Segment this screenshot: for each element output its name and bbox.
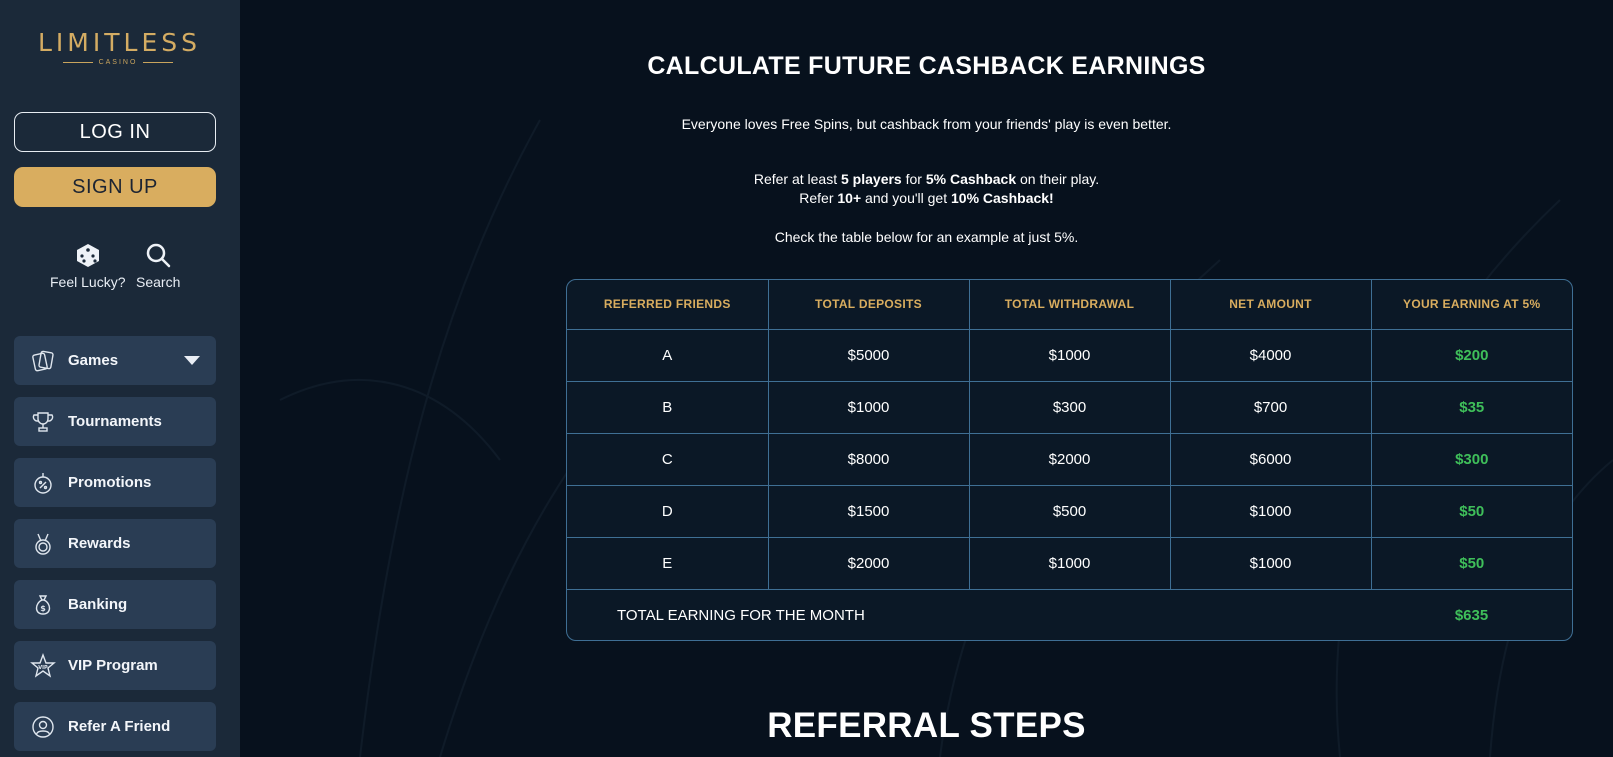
cashback-rules: Refer at least 5 players for 5% Cashback… (240, 170, 1613, 208)
sidebar-item-rewards[interactable]: Rewards (14, 519, 216, 568)
sidebar-item-games[interactable]: Games (14, 336, 216, 385)
sidebar-item-tournaments[interactable]: Tournaments (14, 397, 216, 446)
column-header: YOUR EARNING AT 5% (1370, 280, 1572, 330)
table-cell: $1000 (767, 380, 970, 434)
search-button[interactable]: Search (136, 242, 180, 290)
table-cell: $1000 (968, 328, 1171, 382)
vip-star-icon: VIP (30, 652, 56, 679)
table-cell: C (567, 432, 769, 486)
table-cell: D (567, 484, 769, 538)
table-row: C $8000 $2000 $6000 $300 (567, 432, 1572, 486)
sidebar-item-vip-program[interactable]: VIP VIP Program (14, 641, 216, 690)
column-header: REFERRED FRIENDS (567, 280, 769, 330)
table-cell: $1000 (1169, 536, 1372, 590)
table-cell: $1000 (968, 536, 1171, 590)
medal-icon (30, 531, 56, 557)
svg-text:$: $ (40, 604, 46, 613)
money-bag-icon: $ (30, 592, 56, 618)
table-row: E $2000 $1000 $1000 $50 (567, 536, 1572, 590)
feel-lucky-label: Feel Lucky? (50, 274, 126, 290)
total-value: $635 (1371, 588, 1572, 640)
table-header-row: REFERRED FRIENDS TOTAL DEPOSITS TOTAL WI… (567, 280, 1572, 330)
column-header: TOTAL WITHDRAWAL (968, 280, 1171, 330)
sidebar-item-banking[interactable]: $ Banking (14, 580, 216, 629)
search-label: Search (136, 274, 181, 290)
sidebar-item-label: Refer A Friend (68, 718, 171, 735)
svg-text:VIP: VIP (38, 665, 48, 671)
brand-name: LIMITLESS (38, 28, 201, 57)
earning-cell: $50 (1370, 484, 1572, 538)
table-row: B $1000 $300 $700 $35 (567, 380, 1572, 434)
user-circle-icon (30, 714, 56, 740)
sidebar-item-label: VIP Program (68, 657, 158, 674)
rule-line-1: Refer at least 5 players for 5% Cashback… (753, 171, 1100, 187)
referral-steps-heading: REFERRAL STEPS (767, 706, 1086, 745)
table-cell: $2000 (968, 432, 1171, 486)
table-cell: $2000 (767, 536, 970, 590)
table-cell: B (567, 380, 769, 434)
sidebar-item-refer-a-friend[interactable]: Refer A Friend (14, 702, 216, 751)
column-header: TOTAL DEPOSITS (767, 280, 970, 330)
table-row: A $5000 $1000 $4000 $200 (567, 328, 1572, 382)
table-cell: $8000 (767, 432, 970, 486)
intro-text: Everyone loves Free Spins, but cashback … (681, 116, 1172, 132)
table-cell: $700 (1169, 380, 1372, 434)
table-cell: E (567, 536, 769, 590)
brand-logo[interactable]: LIMITLESS CASINO (38, 28, 198, 70)
brand-subtitle: CASINO (38, 59, 198, 66)
table-row: D $1500 $500 $1000 $50 (567, 484, 1572, 538)
table-cell: $1000 (1169, 484, 1372, 538)
table-cell: $1500 (767, 484, 970, 538)
cashback-table: REFERRED FRIENDS TOTAL DEPOSITS TOTAL WI… (566, 279, 1573, 641)
sidebar-item-label: Promotions (68, 474, 152, 491)
rule-line-2: Refer 10+ and you'll get 10% Cashback! (799, 190, 1054, 206)
table-cell: $5000 (767, 328, 970, 382)
earning-cell: $300 (1370, 432, 1572, 486)
main-content: CALCULATE FUTURE CASHBACK EARNINGS Every… (240, 0, 1613, 757)
table-cell: $4000 (1169, 328, 1372, 382)
feel-lucky-button[interactable]: Feel Lucky? (50, 242, 125, 290)
total-label: TOTAL EARNING FOR THE MONTH (567, 588, 1371, 640)
table-cell: A (567, 328, 769, 382)
login-button[interactable]: LOG IN (14, 112, 216, 152)
sidebar: LIMITLESS CASINO LOG IN SIGN UP Feel Luc… (0, 0, 240, 757)
percent-badge-icon (30, 470, 56, 496)
total-row: TOTAL EARNING FOR THE MONTH $635 (567, 588, 1572, 640)
table-note: Check the table below for an example at … (774, 229, 1079, 245)
table-cell: $500 (968, 484, 1171, 538)
dice-icon (76, 244, 99, 267)
earning-cell: $200 (1370, 328, 1572, 382)
sidebar-item-label: Rewards (68, 535, 131, 552)
signup-button[interactable]: SIGN UP (14, 167, 216, 207)
earning-cell: $50 (1370, 536, 1572, 590)
cards-icon (30, 348, 56, 374)
table-cell: $300 (968, 380, 1171, 434)
trophy-icon (30, 409, 56, 435)
sidebar-item-label: Tournaments (68, 413, 162, 430)
column-header: NET AMOUNT (1169, 280, 1372, 330)
sidebar-item-promotions[interactable]: Promotions (14, 458, 216, 507)
table-cell: $6000 (1169, 432, 1372, 486)
earning-cell: $35 (1370, 380, 1572, 434)
search-icon (146, 243, 171, 268)
sidebar-item-label: Banking (68, 596, 128, 613)
page-title: CALCULATE FUTURE CASHBACK EARNINGS (647, 52, 1206, 80)
sidebar-item-label: Games (68, 352, 119, 369)
chevron-down-icon[interactable] (184, 356, 200, 365)
